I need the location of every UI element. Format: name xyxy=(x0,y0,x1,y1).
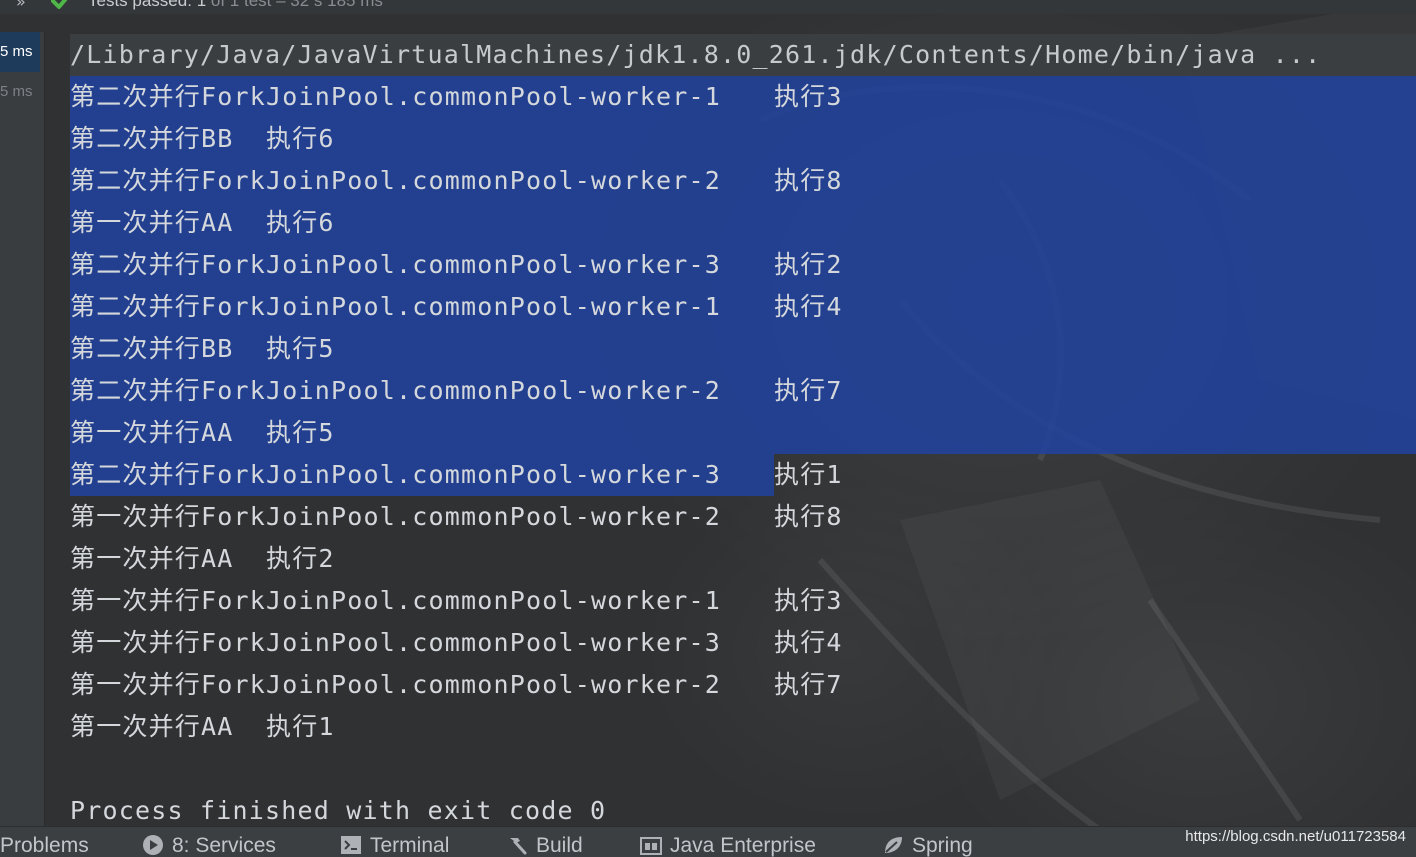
console-line: 第二次并行ForkJoinPool.commonPool-worker-1 执行4 xyxy=(70,286,841,328)
console-line-result: 执行5 xyxy=(266,418,335,447)
console-line: 第一次并行AA 执行1 xyxy=(70,706,335,748)
console-line-thread: 第二次并行ForkJoinPool.commonPool-worker-3 xyxy=(70,460,722,489)
console-line-result: 执行2 xyxy=(266,544,335,573)
console-line-result: 执行8 xyxy=(774,502,843,531)
console-line-result: 执行5 xyxy=(266,334,335,363)
spring-leaf-icon xyxy=(885,837,902,853)
console-line: 第二次并行ForkJoinPool.commonPool-worker-2 执行8 xyxy=(70,160,841,202)
tab-spring[interactable]: Spring xyxy=(882,833,973,857)
console-line-thread: 第一次并行AA xyxy=(70,712,234,741)
tab-label: Spring xyxy=(912,834,973,857)
console-line-thread: 第二次并行BB xyxy=(70,334,234,363)
test-duration-gutter: 5 ms 5 ms xyxy=(0,32,45,826)
tab-label: Build xyxy=(536,834,583,857)
tab-label: Terminal xyxy=(370,834,450,857)
console-line-thread: 第二次并行ForkJoinPool.commonPool-worker-1 xyxy=(70,292,722,321)
test-duration[interactable]: 5 ms xyxy=(0,72,40,112)
tab-label: Java Enterprise xyxy=(670,834,816,857)
console-line-result: 执行6 xyxy=(266,208,335,237)
console-line-thread: 第二次并行ForkJoinPool.commonPool-worker-1 xyxy=(70,82,722,111)
java-enterprise-icon xyxy=(640,837,662,855)
tab-label: Problems xyxy=(0,834,89,857)
console-line-result: 执行1 xyxy=(266,712,335,741)
console-line-result: 执行1 xyxy=(774,460,843,489)
console-line: 第一次并行AA 执行6 xyxy=(70,202,335,244)
console-line-thread: 第二次并行ForkJoinPool.commonPool-worker-2 xyxy=(70,376,722,405)
expand-chevron-icon[interactable]: » xyxy=(16,0,26,11)
test-status-bar: » Tests passed: 1 of 1 test – 32 s 185 m… xyxy=(0,0,1416,14)
tests-passed-text: Tests passed: 1 of 1 test – 32 s 185 ms xyxy=(88,0,383,11)
tab-build[interactable]: Build xyxy=(506,833,583,857)
console-line-thread: 第一次并行ForkJoinPool.commonPool-worker-3 xyxy=(70,628,722,657)
console-line-result: 执行4 xyxy=(774,292,843,321)
console-line: 第二次并行ForkJoinPool.commonPool-worker-3 执行2 xyxy=(70,244,841,286)
console-line: 第一次并行ForkJoinPool.commonPool-worker-3 执行4 xyxy=(70,622,841,664)
console-line-thread: 第一次并行AA xyxy=(70,208,234,237)
console-line: 第二次并行BB 执行5 xyxy=(70,328,335,370)
console-line-result: 执行8 xyxy=(774,166,843,195)
console-line: 第二次并行ForkJoinPool.commonPool-worker-3 执行1 xyxy=(70,454,841,496)
watermark-url: https://blog.csdn.net/u011723584 xyxy=(1185,828,1406,845)
tab-terminal[interactable]: Terminal xyxy=(340,833,449,857)
console-line: 第一次并行ForkJoinPool.commonPool-worker-2 执行8 xyxy=(70,496,841,538)
tests-passed-label: Tests passed: xyxy=(88,0,192,10)
console-line-thread: 第二次并行ForkJoinPool.commonPool-worker-3 xyxy=(70,250,722,279)
console-line-result: 执行3 xyxy=(774,586,843,615)
tab-java-enterprise[interactable]: Java Enterprise xyxy=(640,833,816,857)
run-console[interactable]: /Library/Java/JavaVirtualMachines/jdk1.8… xyxy=(44,32,1416,826)
console-line: 第二次并行ForkJoinPool.commonPool-worker-2 执行7 xyxy=(70,370,841,412)
console-line: 第二次并行ForkJoinPool.commonPool-worker-1 执行3 xyxy=(70,76,841,118)
check-icon xyxy=(51,0,68,9)
command-line: /Library/Java/JavaVirtualMachines/jdk1.8… xyxy=(70,40,1322,69)
console-line-result: 执行7 xyxy=(774,670,843,699)
console-line-thread: 第一次并行ForkJoinPool.commonPool-worker-2 xyxy=(70,502,722,531)
hammer-icon xyxy=(510,838,527,855)
console-line-result: 执行2 xyxy=(774,250,843,279)
console-line: 第一次并行ForkJoinPool.commonPool-worker-1 执行3 xyxy=(70,580,841,622)
test-duration-selected[interactable]: 5 ms xyxy=(0,32,40,72)
console-line-thread: 第一次并行AA xyxy=(70,544,234,573)
console-line-thread: 第一次并行AA xyxy=(70,418,234,447)
tab-label: 8: Services xyxy=(172,834,276,857)
console-line: 第一次并行ForkJoinPool.commonPool-worker-2 执行7 xyxy=(70,664,841,706)
tab-problems[interactable]: Problems xyxy=(0,833,89,857)
console-line: 第一次并行AA 执行2 xyxy=(70,538,335,580)
tests-passed-count: 1 xyxy=(196,0,207,10)
console-line-result: 执行7 xyxy=(774,376,843,405)
console-line-result: 执行3 xyxy=(774,82,843,111)
tests-passed-detail: of 1 test – 32 s 185 ms xyxy=(210,0,383,10)
console-line: 第二次并行BB 执行6 xyxy=(70,118,335,160)
console-line: 第一次并行AA 执行5 xyxy=(70,412,335,454)
console-line-thread: 第二次并行BB xyxy=(70,124,234,153)
terminal-icon xyxy=(341,836,361,854)
console-line-result: 执行6 xyxy=(266,124,335,153)
console-line-thread: 第一次并行ForkJoinPool.commonPool-worker-1 xyxy=(70,586,722,615)
console-line-result: 执行4 xyxy=(774,628,843,657)
console-line-thread: 第二次并行ForkJoinPool.commonPool-worker-2 xyxy=(70,166,722,195)
tool-window-bar: Problems 8: Services Terminal Build Java… xyxy=(0,826,1416,857)
services-play-icon xyxy=(143,835,163,855)
tab-services[interactable]: 8: Services xyxy=(142,833,276,857)
console-line-thread: 第一次并行ForkJoinPool.commonPool-worker-2 xyxy=(70,670,722,699)
